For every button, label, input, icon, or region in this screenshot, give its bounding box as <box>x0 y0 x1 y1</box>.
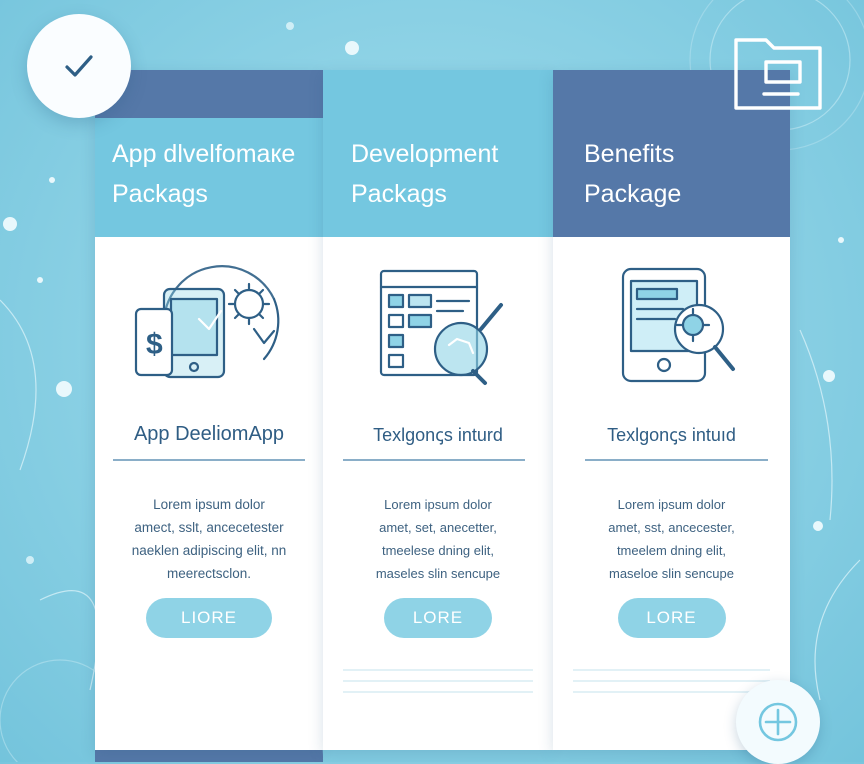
card-body: Texlgonꞔs inturd Lorem ipsum dolor amet,… <box>323 237 553 750</box>
package-card-benefits[interactable]: Benefits Package Texlgonꞔs intuıd Lorem … <box>553 70 790 750</box>
document-magnifier-icon <box>379 269 503 385</box>
check-icon <box>65 55 93 77</box>
subtitle-divider <box>343 459 525 461</box>
svg-text:$: $ <box>146 328 163 361</box>
card-title: Development Packags <box>351 134 543 214</box>
card-title-line1: Benefits <box>584 140 675 168</box>
card-title-line2: Packags <box>112 180 208 208</box>
check-badge <box>27 14 131 118</box>
card-title: Benefits Package <box>584 134 780 214</box>
card-footer-lines <box>343 669 533 702</box>
folder-icon <box>734 38 822 110</box>
card-title-line1: App dlvelfomaкe <box>112 140 296 168</box>
plus-circle-icon <box>758 702 798 742</box>
card-description: Lorem ipsum dolor amet, sst, ancecester,… <box>608 497 735 581</box>
card-title-line1: Development <box>351 140 499 168</box>
mobile-payment-gear-icon: $ <box>134 265 280 379</box>
card-header: Development Packags <box>323 70 553 237</box>
subtitle-divider <box>585 459 768 461</box>
card-header: App dlvelfomaкe Packags <box>95 70 323 237</box>
more-button[interactable]: LORE <box>617 598 726 638</box>
card-subtitle: Texlgonꞔs inturd <box>373 425 503 445</box>
card-footer-lines <box>573 669 770 702</box>
more-button[interactable]: LORE <box>384 598 492 638</box>
subtitle-divider <box>113 459 305 461</box>
card-body: Texlgonꞔs intuıd Lorem ipsum dolor amet,… <box>553 237 790 750</box>
card-title-line2: Package <box>584 180 682 208</box>
card-body: $ App DeeliomApp Lorem ipsum dolor amect… <box>95 237 323 750</box>
card-subtitle: Texlgonꞔs intuıd <box>607 425 736 445</box>
card-description: Lorem ipsum dolor amet, set, anecetter, … <box>375 497 501 581</box>
plus-badge[interactable] <box>736 680 820 764</box>
card-subtitle: App DeeliomApp <box>133 423 285 445</box>
card-title: App dlvelfomaкe Packags <box>112 134 313 214</box>
more-button[interactable]: LIORE <box>146 598 272 638</box>
package-card-development[interactable]: Development Packags Texlgonꞔs inturd Lor… <box>323 70 553 750</box>
card-title-line2: Packags <box>351 180 447 208</box>
card-description: Lorem ipsum dolor amect, sslt, ancecetes… <box>131 497 287 581</box>
package-card-app-development[interactable]: App dlvelfomaкe Packags $ App DeeliomApp… <box>95 70 323 750</box>
tablet-gear-magnifier-icon <box>621 267 735 383</box>
